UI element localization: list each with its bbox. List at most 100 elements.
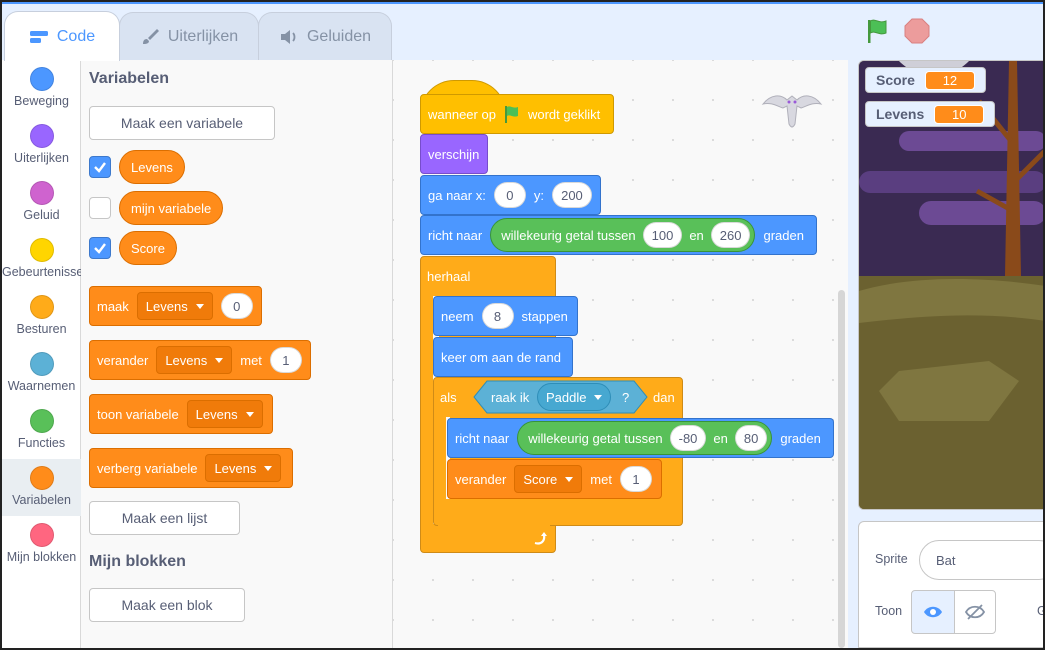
show-block[interactable]: verschijn [420, 134, 488, 174]
touch-target-dropdown[interactable]: Paddle [537, 383, 612, 411]
category-looks[interactable]: Uiterlijken [2, 117, 81, 174]
tab-code[interactable]: Code [4, 11, 120, 61]
block-text: y: [533, 187, 544, 203]
variable-reporter-levens[interactable]: Levens [119, 150, 185, 184]
variable-dropdown[interactable]: Levens [186, 400, 263, 428]
make-variable-button[interactable]: Maak een variabele [89, 106, 275, 140]
hide-variable-block[interactable]: verberg variabele Levens [89, 448, 293, 488]
dropdown-value: Levens [145, 298, 188, 314]
hide-sprite-button[interactable] [954, 590, 996, 634]
code-icon [29, 30, 48, 43]
category-sensing[interactable]: Waarnemen [2, 345, 81, 402]
variable-dropdown[interactable]: Levens [156, 346, 233, 374]
block-text: ? [622, 390, 630, 405]
caret-down-icon [245, 411, 254, 417]
dropdown-value: Levens [195, 406, 238, 422]
variable-checkbox-levens[interactable] [89, 156, 111, 178]
green-flag-icon[interactable] [864, 17, 892, 45]
block-text: als [440, 389, 457, 405]
category-control[interactable]: Besturen [2, 288, 81, 345]
block-text: maak [97, 298, 129, 314]
change-score-block[interactable]: verander Score met 1 [447, 459, 662, 499]
dropdown-value: Paddle [546, 389, 587, 405]
category-dot [29, 295, 54, 319]
loop-arrow-icon [534, 532, 547, 545]
block-text: graden [780, 430, 821, 446]
move-steps-block[interactable]: neem 8 stappen [433, 296, 578, 336]
eye-hidden-icon [965, 604, 985, 620]
random-to-input[interactable]: 260 [710, 222, 751, 248]
value-input[interactable]: 0 [220, 293, 253, 319]
category-motion[interactable]: Beweging [2, 60, 81, 117]
when-flag-clicked-block[interactable]: wanneer op wordt geklikt [420, 94, 614, 134]
category-sound[interactable]: Geluid [2, 174, 81, 231]
variable-dropdown[interactable]: Levens [136, 292, 213, 320]
goto-xy-block[interactable]: ga naar x: 0 y: 200 [420, 175, 601, 215]
tab-sounds[interactable]: Geluiden [258, 12, 392, 60]
show-variable-block[interactable]: toon variabele Levens [89, 394, 273, 434]
category-dot [29, 409, 54, 433]
speaker-icon [280, 29, 296, 44]
category-label: Variabelen [12, 493, 71, 507]
category-menu: Beweging Uiterlijken Geluid Gebeurteniss… [2, 60, 81, 648]
random-from-input[interactable]: 100 [642, 222, 683, 248]
make-block-button[interactable]: Maak een blok [89, 588, 245, 622]
block-text: met [590, 471, 612, 487]
stop-icon[interactable] [903, 17, 931, 45]
random-from-input[interactable]: -80 [669, 425, 707, 451]
point-in-direction-block-2[interactable]: richt naar willekeurig getal tussen -80 … [447, 418, 834, 458]
block-text: willekeurig getal tussen [501, 227, 636, 243]
sprite-name-input[interactable]: Bat [919, 540, 1045, 580]
category-variables[interactable]: Variabelen [2, 459, 81, 516]
change-variable-block[interactable]: verander Levens met 1 [89, 340, 311, 380]
variable-reporter-mijn-variabele[interactable]: mijn variabele [119, 191, 224, 225]
monitor-label: Score [876, 72, 915, 88]
category-my-blocks[interactable]: Mijn blokken [2, 516, 81, 573]
point-in-direction-block[interactable]: richt naar willekeurig getal tussen 100 … [420, 215, 817, 255]
sprite-bat-icon [761, 95, 823, 128]
block-palette: Variabelen Maak een variabele Levens mij… [81, 60, 393, 648]
tab-costumes[interactable]: Uiterlijken [119, 12, 259, 60]
category-dot [29, 523, 54, 547]
tab-sounds-label: Geluiden [306, 27, 372, 45]
category-events[interactable]: Gebeurtenissen [2, 231, 81, 288]
block-text: wanneer op [428, 106, 496, 122]
sprite-name-value: Bat [936, 552, 956, 568]
steps-input[interactable]: 8 [481, 303, 514, 329]
value-input[interactable]: 1 [269, 347, 302, 373]
block-text: neem [441, 308, 474, 324]
monitor-label: Levens [876, 106, 925, 122]
block-text: ga naar x: [428, 187, 486, 203]
green-flag-icon [504, 106, 518, 123]
x-input[interactable]: 0 [493, 182, 526, 208]
value-input[interactable]: 1 [619, 466, 652, 492]
show-label: Toon [875, 604, 903, 618]
monitor-score[interactable]: Score 12 [865, 67, 986, 93]
random-reporter[interactable]: willekeurig getal tussen 100 en 260 [490, 218, 756, 252]
make-list-button[interactable]: Maak een lijst [89, 501, 240, 535]
random-to-input[interactable]: 80 [734, 425, 768, 451]
monitor-levens[interactable]: Levens 10 [865, 101, 996, 127]
category-label: Beweging [14, 94, 69, 108]
variable-checkbox-score[interactable] [89, 237, 111, 259]
category-operators[interactable]: Functies [2, 402, 81, 459]
forever-bottom [438, 524, 550, 530]
block-text: verberg variabele [97, 460, 198, 476]
category-dot [29, 352, 54, 376]
block-text: toon variabele [97, 406, 179, 422]
y-input[interactable]: 200 [551, 182, 592, 208]
block-text: graden [763, 227, 804, 243]
variable-reporter-score[interactable]: Score [119, 231, 177, 265]
variable-dropdown[interactable]: Score [514, 465, 583, 493]
variable-checkbox-mijn-variabele[interactable] [89, 197, 111, 219]
variable-dropdown[interactable]: Levens [205, 454, 282, 482]
category-label: Geluid [23, 208, 60, 222]
random-reporter[interactable]: willekeurig getal tussen -80 en 80 [517, 421, 773, 455]
category-label: Gebeurtenissen [2, 265, 81, 279]
stage[interactable]: Score 12 Levens 10 [858, 60, 1045, 510]
block-text: verander [455, 471, 507, 487]
script-scrollbar[interactable] [838, 290, 845, 648]
set-variable-block[interactable]: maak Levens 0 [89, 286, 262, 326]
show-sprite-button[interactable] [911, 590, 955, 634]
bounce-block[interactable]: keer om aan de rand [433, 337, 573, 377]
